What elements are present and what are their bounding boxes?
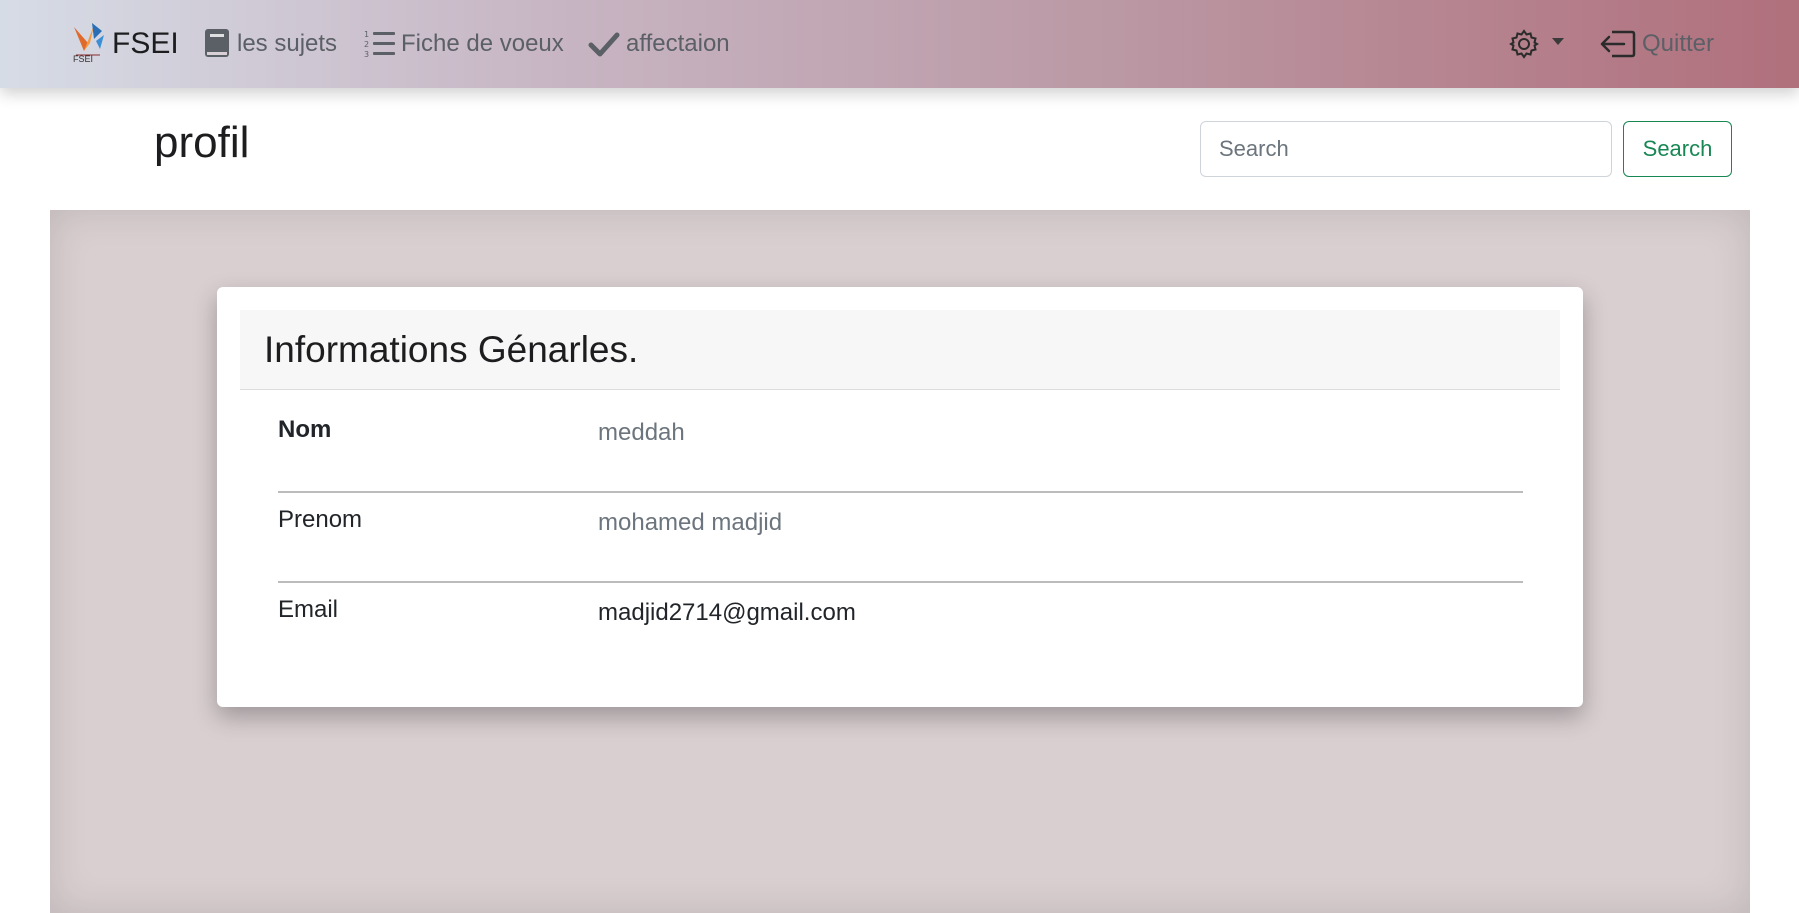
fsei-logo-icon: FSEI	[70, 21, 106, 67]
profile-card: Informations Génarles. Nom meddah Prenom…	[217, 287, 1583, 707]
brand-link[interactable]: FSEI FSEI	[70, 20, 179, 68]
book-icon	[203, 28, 231, 60]
nav-label-affectaion: affectaion	[626, 30, 730, 57]
nav-label-fiche-de-voeux: Fiche de voeux	[401, 30, 564, 57]
card-header: Informations Génarles.	[240, 310, 1560, 390]
nav-label-les-sujets: les sujets	[237, 30, 338, 57]
main-content-area: Informations Génarles. Nom meddah Prenom…	[50, 210, 1750, 913]
info-row-nom: Nom meddah	[278, 402, 1523, 492]
search-input[interactable]	[1200, 121, 1612, 177]
row-label: Prenom	[278, 506, 363, 533]
svg-text:3: 3	[364, 50, 369, 59]
row-value: mohamed madjid	[598, 509, 783, 536]
row-value: meddah	[598, 419, 685, 446]
svg-text:1: 1	[364, 30, 369, 39]
gear-icon	[1508, 28, 1540, 60]
nav-fiche-de-voeux[interactable]: 1 2 3 Fiche de voeux	[363, 24, 564, 64]
nav-affectaion[interactable]: affectaion	[588, 24, 730, 64]
numbered-list-icon: 1 2 3	[363, 28, 397, 60]
brand-name: FSEI	[112, 27, 179, 60]
svg-text:2: 2	[364, 40, 369, 49]
quit-link[interactable]: Quitter	[1598, 24, 1714, 64]
nav-les-sujets[interactable]: les sujets	[203, 24, 337, 64]
row-value: madjid2714@gmail.com	[598, 599, 856, 626]
page-title: profil	[154, 118, 250, 167]
row-label: Nom	[278, 416, 332, 443]
search-button[interactable]: Search	[1623, 121, 1732, 177]
row-label: Email	[278, 596, 339, 623]
info-row-email: Email madjid2714@gmail.com	[278, 582, 1523, 672]
settings-dropdown[interactable]	[1508, 26, 1564, 62]
checkmark-icon	[588, 30, 620, 58]
info-row-prenom: Prenom mohamed madjid	[278, 492, 1523, 582]
chevron-down-icon	[1552, 37, 1564, 45]
logout-icon	[1598, 28, 1636, 60]
quit-label: Quitter	[1642, 30, 1715, 57]
logo-caption: FSEI	[73, 54, 94, 64]
top-navbar: FSEI FSEI les sujets 1 2 3 Fiche de voeu…	[0, 0, 1799, 88]
